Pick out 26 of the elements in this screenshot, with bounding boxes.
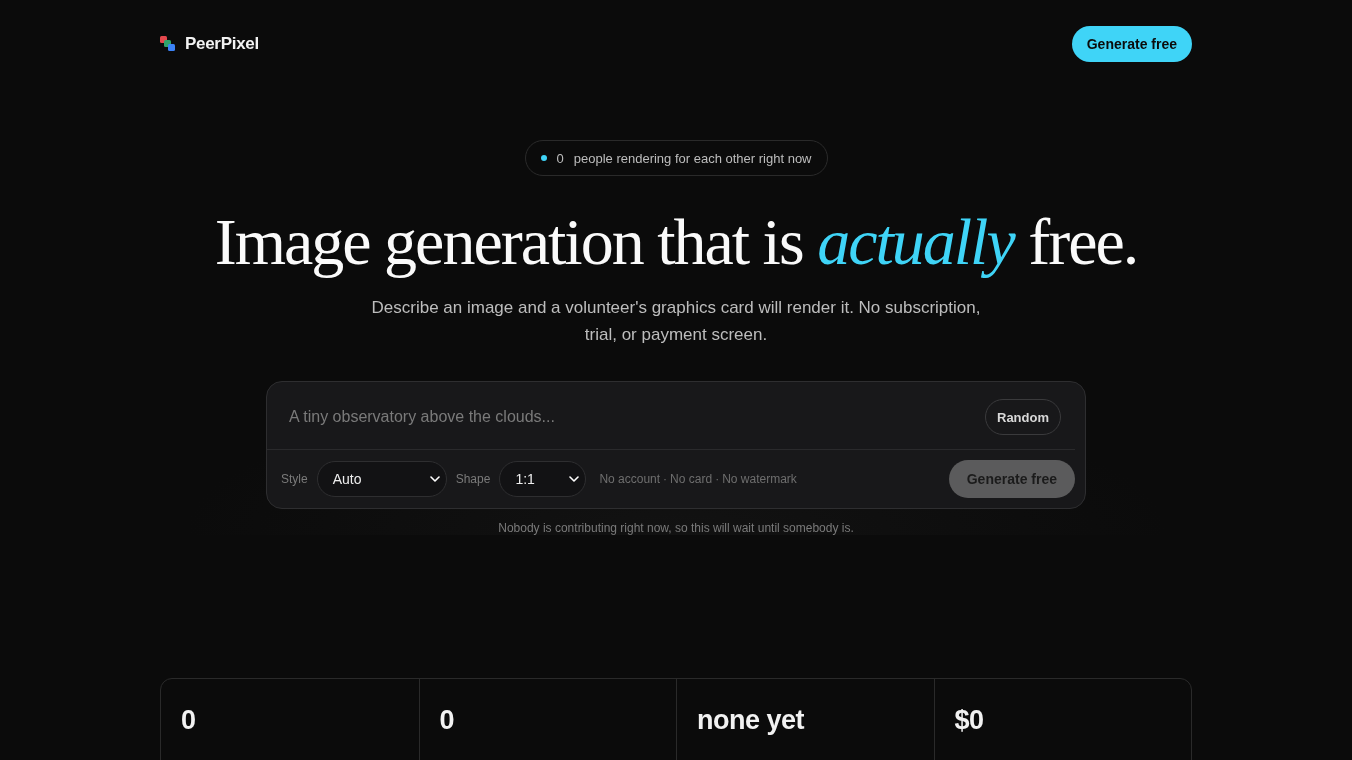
headline: Image generation that is actually free. xyxy=(214,204,1138,280)
stat-value: 0 xyxy=(181,705,196,735)
presence-text: people rendering for each other right now xyxy=(573,150,812,166)
caret-icon xyxy=(429,476,440,482)
caret-icon xyxy=(569,476,580,482)
stat-value: $0 xyxy=(954,705,984,735)
option-label: Shape xyxy=(455,472,491,486)
assurance-text: No card xyxy=(670,472,713,486)
shape-select[interactable]: 1:1 xyxy=(499,461,587,497)
brand-name[interactable]: PeerPixel xyxy=(185,34,259,54)
prompt-field[interactable]: A tiny observatory above the clouds... xyxy=(289,408,985,426)
random-button[interactable]: Random xyxy=(985,399,1061,435)
separator-dot: · xyxy=(715,472,720,486)
stat-value: none yet xyxy=(697,705,805,735)
logo-icon xyxy=(160,36,176,52)
stat-value: 0 xyxy=(439,705,455,735)
notice-text: Nobody is contributing right now, so this will wait until somebody is. xyxy=(498,521,854,535)
generate-button[interactable]: Generate free xyxy=(1071,26,1192,62)
presence-count: 0 xyxy=(556,150,564,166)
assurance-text: No watermark xyxy=(722,472,797,486)
assurance-text: No account xyxy=(599,472,661,486)
separator-dot: · xyxy=(663,472,668,486)
subtitle: Describe an image and a volunteer's graphics card will render it. No subscription, trial, or payment screen. xyxy=(370,297,982,346)
option-label: Style xyxy=(281,472,308,486)
status-dot-icon xyxy=(540,155,547,161)
style-select[interactable]: Auto xyxy=(316,461,447,497)
